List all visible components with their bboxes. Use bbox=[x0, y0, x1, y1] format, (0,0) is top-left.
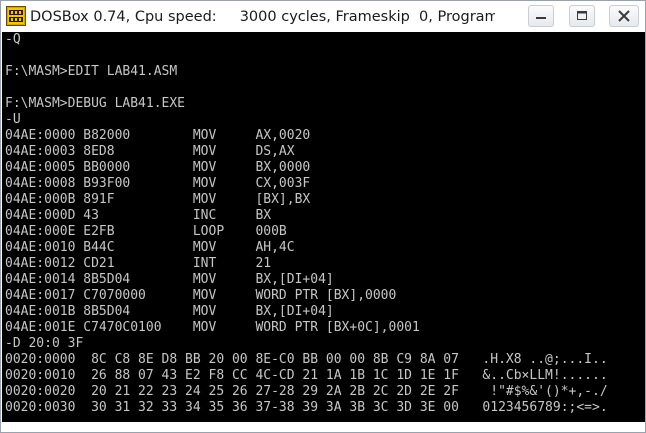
maximize-icon bbox=[577, 11, 587, 20]
console-line: F:\MASM>DEBUG LAB41.EXE bbox=[5, 96, 186, 111]
console-line: 04AE:0000 B82000 MOV AX,0020 bbox=[5, 128, 311, 143]
close-button[interactable] bbox=[609, 5, 639, 27]
minimize-button[interactable] bbox=[528, 5, 554, 27]
console-line: 04AE:000E E2FB LOOP 000B bbox=[5, 224, 287, 239]
title-bar[interactable]: DOSBox 0.74, Cpu speed: 3000 cycles, Fra… bbox=[1, 1, 645, 32]
console-line: 04AE:0012 CD21 INT 21 bbox=[5, 256, 272, 271]
console-line: 04AE:001E C7470C0100 MOV WORD PTR [BX+0C… bbox=[5, 320, 420, 335]
hex-dump-row: 0020:0030 30 31 32 33 34 35 36 37-38 39 … bbox=[5, 400, 608, 415]
console-line: -U bbox=[5, 112, 21, 127]
console-line: 04AE:0017 C7070000 MOV WORD PTR [BX],000… bbox=[5, 288, 397, 303]
console-line: 04AE:001B 8B5D04 MOV BX,[DI+04] bbox=[5, 304, 334, 319]
dosbox-window: DOSBox 0.74, Cpu speed: 3000 cycles, Fra… bbox=[0, 0, 646, 433]
console-line: -D 20:0 3F bbox=[5, 336, 84, 351]
window-title: DOSBox 0.74, Cpu speed: 3000 cycles, Fra… bbox=[30, 9, 495, 25]
console-line: 04AE:0014 8B5D04 MOV BX,[DI+04] bbox=[5, 272, 334, 287]
hex-dump-row: 0020:0000 8C C8 8E D8 BB 20 00 8E-C0 BB … bbox=[5, 352, 608, 367]
console-line: 04AE:0010 B44C MOV AH,4C bbox=[5, 240, 295, 255]
close-icon bbox=[618, 10, 630, 22]
dosbox-box-icon[interactable] bbox=[6, 6, 26, 26]
console-line: 04AE:000B 891F MOV [BX],BX bbox=[5, 192, 311, 207]
console-line: 04AE:000D 43 INC BX bbox=[5, 208, 272, 223]
console-line: 04AE:0003 8ED8 MOV DS,AX bbox=[5, 144, 295, 159]
window-bottom-border bbox=[1, 422, 645, 432]
minimize-icon bbox=[536, 17, 546, 19]
console-line: F:\MASM>EDIT LAB41.ASM bbox=[5, 64, 178, 79]
dos-console[interactable]: -Q F:\MASM>EDIT LAB41.ASM F:\MASM>DEBUG … bbox=[2, 32, 645, 422]
console-line: 04AE:0005 BB0000 MOV BX,0000 bbox=[5, 160, 311, 175]
console-line: -Q bbox=[5, 32, 21, 47]
hex-dump-row: 0020:0020 20 21 22 23 24 25 26 27-28 29 … bbox=[5, 384, 608, 399]
console-line: 04AE:0008 B93F00 MOV CX,003F bbox=[5, 176, 311, 191]
maximize-button[interactable] bbox=[569, 5, 595, 27]
hex-dump-row: 0020:0010 26 88 07 43 E2 F8 CC 4C-CD 21 … bbox=[5, 368, 608, 383]
